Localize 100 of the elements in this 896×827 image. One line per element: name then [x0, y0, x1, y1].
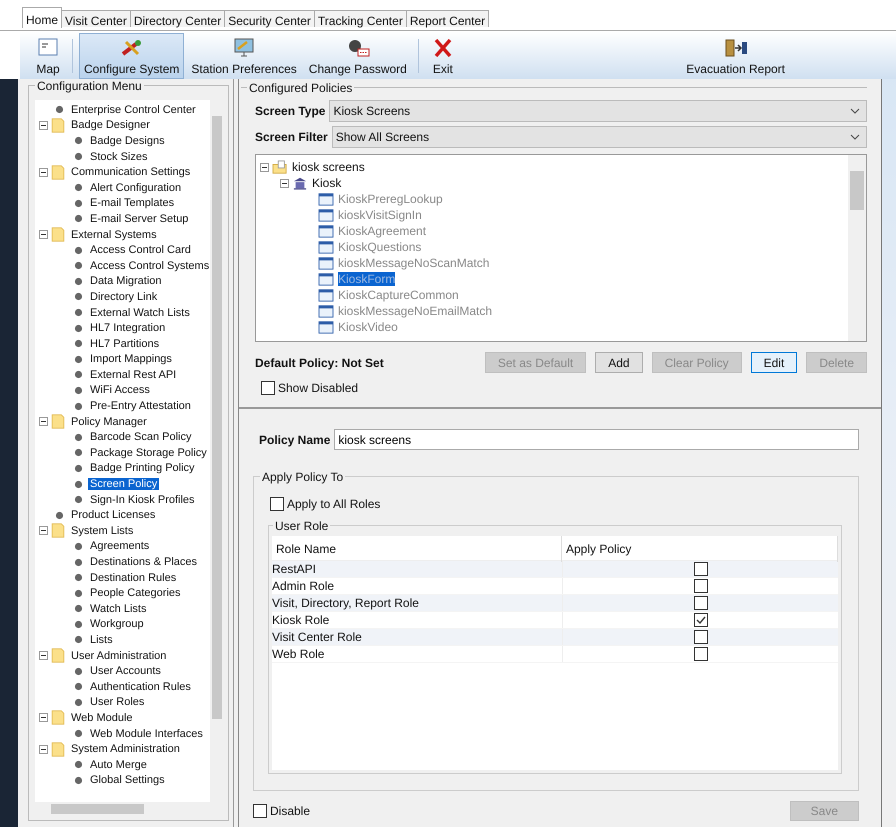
tree-item[interactable]: Product Licenses	[69, 509, 158, 522]
tree-item[interactable]: Access Control Systems	[88, 260, 210, 272]
tree-item[interactable]: Data Migration	[88, 275, 164, 288]
tree-item[interactable]: System Lists	[69, 524, 136, 537]
default-policy-status: Default Policy: Not Set	[255, 356, 384, 370]
tree-item[interactable]: Directory Link	[88, 290, 160, 303]
tree-item[interactable]: Import Mappings	[88, 353, 174, 366]
collapse-icon[interactable]	[39, 651, 48, 660]
action-button[interactable]: Edit	[750, 352, 798, 373]
toolbar-button[interactable]: Station Preferences	[186, 33, 302, 79]
collapse-icon[interactable]	[280, 178, 289, 188]
tree-item[interactable]: Communication Settings	[69, 166, 192, 178]
collapse-icon[interactable]	[39, 526, 48, 536]
checkbox[interactable]	[694, 596, 708, 610]
tree-item[interactable]: Watch Lists	[88, 602, 148, 615]
tree-item[interactable]: Screen Policy	[88, 478, 160, 490]
tree-item[interactable]: Lists	[88, 634, 115, 646]
field-label: Policy Name	[259, 432, 330, 446]
tree-item[interactable]: E-mail Templates	[88, 197, 176, 210]
tree-item[interactable]: Destinations & Places	[88, 556, 199, 568]
tree-item[interactable]: Access Control Card	[88, 244, 193, 256]
collapse-icon[interactable]	[39, 713, 48, 722]
checkbox[interactable]	[694, 630, 708, 644]
toolbar-button[interactable]: Exit	[424, 33, 461, 79]
policy-name-field[interactable]: kiosk screens	[334, 429, 859, 450]
bullet-icon	[74, 495, 83, 504]
tab[interactable]: Security Center	[224, 10, 315, 27]
tree-item[interactable]: Agreements	[88, 540, 152, 552]
tree-item[interactable]: Alert Configuration	[88, 182, 184, 194]
checkbox[interactable]	[694, 579, 708, 593]
tree-item[interactable]: User Roles	[88, 696, 146, 708]
tree-item[interactable]: Package Storage Policy	[88, 446, 209, 459]
bullet-icon	[74, 183, 83, 192]
toolbar-button[interactable]: Change Password	[304, 33, 412, 79]
tree-item[interactable]: E-mail Server Setup	[88, 212, 190, 225]
scrollbar[interactable]	[848, 155, 866, 341]
table-cell-text: Admin Role	[272, 578, 336, 594]
tree-item[interactable]: Authentication Rules	[88, 680, 193, 693]
tree-item[interactable]: kiosk screens	[292, 160, 365, 174]
tree-item[interactable]: Barcode Scan Policy	[88, 431, 194, 444]
tree-item[interactable]: Kiosk	[312, 176, 342, 190]
screen-type-dropdown[interactable]: Kiosk Screens	[329, 100, 867, 122]
tree-item[interactable]: Stock Sizes	[88, 150, 150, 163]
bullet-icon	[74, 339, 83, 348]
tab[interactable]: Tracking Center	[314, 10, 407, 27]
tree-item[interactable]: Workgroup	[88, 618, 146, 630]
checkbox[interactable]	[253, 804, 267, 818]
tree-item[interactable]: User Administration	[69, 650, 168, 662]
collapse-icon[interactable]	[39, 168, 48, 177]
checkbox[interactable]	[694, 647, 708, 661]
tree-item[interactable]: External Rest API	[88, 368, 178, 381]
tree-item[interactable]: Pre-Entry Attestation	[88, 400, 193, 412]
tree-item[interactable]: Sign-In Kiosk Profiles	[88, 494, 197, 506]
bullet-icon	[74, 370, 83, 380]
tree-item[interactable]: Badge Designer	[69, 119, 152, 132]
bullet-icon	[74, 635, 83, 644]
folder-icon	[272, 160, 288, 174]
screen-filter-dropdown[interactable]: Show All Screens	[332, 126, 867, 148]
tree-item[interactable]: Policy Manager	[69, 416, 149, 428]
checkbox[interactable]	[694, 613, 708, 627]
tree-item[interactable]: External Watch Lists	[88, 306, 192, 319]
tree-item[interactable]: Web Module Interfaces	[88, 728, 205, 740]
tree-item[interactable]: User Accounts	[88, 665, 163, 678]
tree-item[interactable]: HL7 Partitions	[88, 338, 162, 350]
tab[interactable]: Home	[22, 7, 62, 28]
bullet-icon	[74, 776, 83, 785]
tab[interactable]: Visit Center	[61, 10, 131, 27]
tree-item[interactable]: People Categories	[88, 587, 183, 600]
tree-item[interactable]: Enterprise Control Center	[69, 104, 198, 116]
tree-item[interactable]: Auto Merge	[88, 758, 149, 771]
bullet-icon	[74, 760, 83, 770]
toolbar-button[interactable]: Evacuation Report	[681, 33, 790, 79]
tab[interactable]: Report Center	[406, 10, 490, 27]
collapse-icon[interactable]	[39, 120, 48, 130]
toolbar-button[interactable]: Map	[30, 33, 66, 79]
action-button[interactable]: Add	[595, 352, 643, 373]
tree-item[interactable]: External Systems	[69, 228, 159, 241]
toolbar-button[interactable]: Configure System	[79, 33, 184, 79]
tab[interactable]: Directory Center	[130, 10, 226, 27]
collapse-icon[interactable]	[39, 417, 48, 426]
bullet-icon	[74, 558, 83, 567]
bullet-icon	[74, 292, 83, 302]
checkbox[interactable]	[261, 381, 275, 395]
tree-item[interactable]: Destination Rules	[88, 572, 178, 584]
collapse-icon[interactable]	[39, 744, 48, 754]
checkbox[interactable]	[270, 497, 284, 511]
folder-icon	[51, 710, 65, 726]
checkbox[interactable]	[694, 562, 708, 576]
collapse-icon[interactable]	[260, 162, 269, 172]
tree-item[interactable]: WiFi Access	[88, 384, 152, 396]
tree-item[interactable]: Global Settings	[88, 774, 167, 786]
tree-item[interactable]: System Administration	[69, 743, 182, 756]
tree-item[interactable]: Badge Designs	[88, 134, 167, 147]
bullet-icon	[74, 698, 83, 707]
collapse-icon[interactable]	[39, 230, 48, 240]
bullet-icon	[74, 324, 83, 333]
tree-item[interactable]: Web Module	[69, 712, 135, 724]
tree-item[interactable]: Badge Printing Policy	[88, 462, 197, 474]
window-icon	[318, 240, 334, 254]
tree-item[interactable]: HL7 Integration	[88, 322, 168, 334]
